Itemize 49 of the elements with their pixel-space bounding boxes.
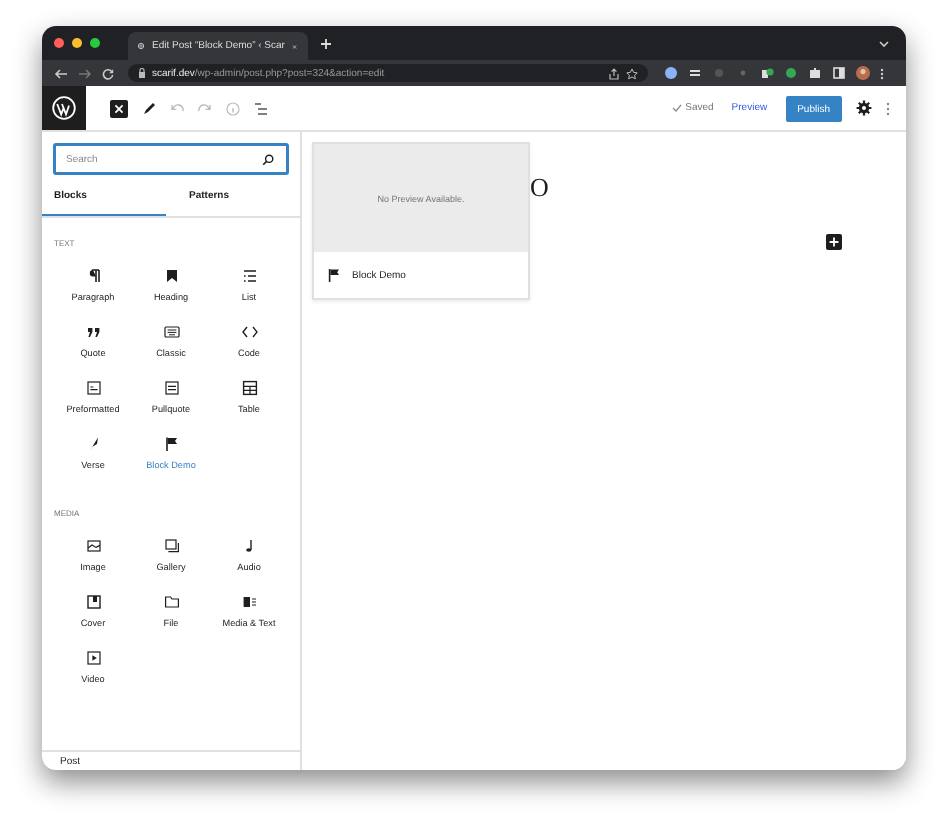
pilcrow-icon [85,268,101,284]
search-icon[interactable] [262,153,274,165]
extension-circle-icon[interactable] [664,66,678,80]
code-icon [241,324,257,340]
settings-icon[interactable] [856,100,872,116]
globe-icon [138,40,145,52]
close-inserter-button[interactable] [110,99,128,117]
play-icon [85,650,101,666]
lock-icon [138,68,146,78]
plus-icon[interactable] [320,37,332,49]
dot-icon[interactable] [736,66,750,80]
media-text-icon [241,594,257,610]
avatar-icon[interactable] [856,66,870,80]
checkmark-icon [671,104,682,112]
flag-icon [328,268,340,282]
add-block-button[interactable] [826,234,842,250]
flag-icon [163,436,179,452]
minimize-window-icon[interactable] [72,38,82,48]
puzzle-icon[interactable] [808,66,822,80]
close-icon [114,103,124,113]
reload-icon[interactable] [102,67,114,79]
share-icon[interactable] [608,67,620,79]
dot-icon[interactable] [784,66,798,80]
close-window-icon[interactable] [54,38,64,48]
bookmark-icon [163,268,179,284]
list-view-icon[interactable] [254,101,268,115]
plus-icon [828,236,840,248]
pencil-icon[interactable] [142,101,156,115]
folder-icon [163,594,179,610]
table-icon [241,380,257,396]
site-logo-button[interactable] [42,86,86,130]
quote-icon [85,324,101,340]
cover-icon [85,594,101,610]
back-arrow-icon[interactable] [54,67,68,79]
sidebar-icon[interactable] [832,66,846,80]
preformatted-icon [85,380,101,396]
keyboard-icon [163,324,179,340]
extension-badge-icon[interactable] [760,66,774,80]
maximize-window-icon[interactable] [90,38,100,48]
image-icon [85,538,101,554]
star-icon[interactable] [626,67,638,79]
music-note-icon [241,538,257,554]
post-title[interactable]: O [530,172,549,204]
pullquote-icon [163,380,179,396]
gallery-icon [163,538,179,554]
chevron-down-icon[interactable] [878,39,890,47]
forward-arrow-icon[interactable] [78,67,92,79]
wordpress-logo-icon [52,96,76,120]
list-icon [241,268,257,284]
